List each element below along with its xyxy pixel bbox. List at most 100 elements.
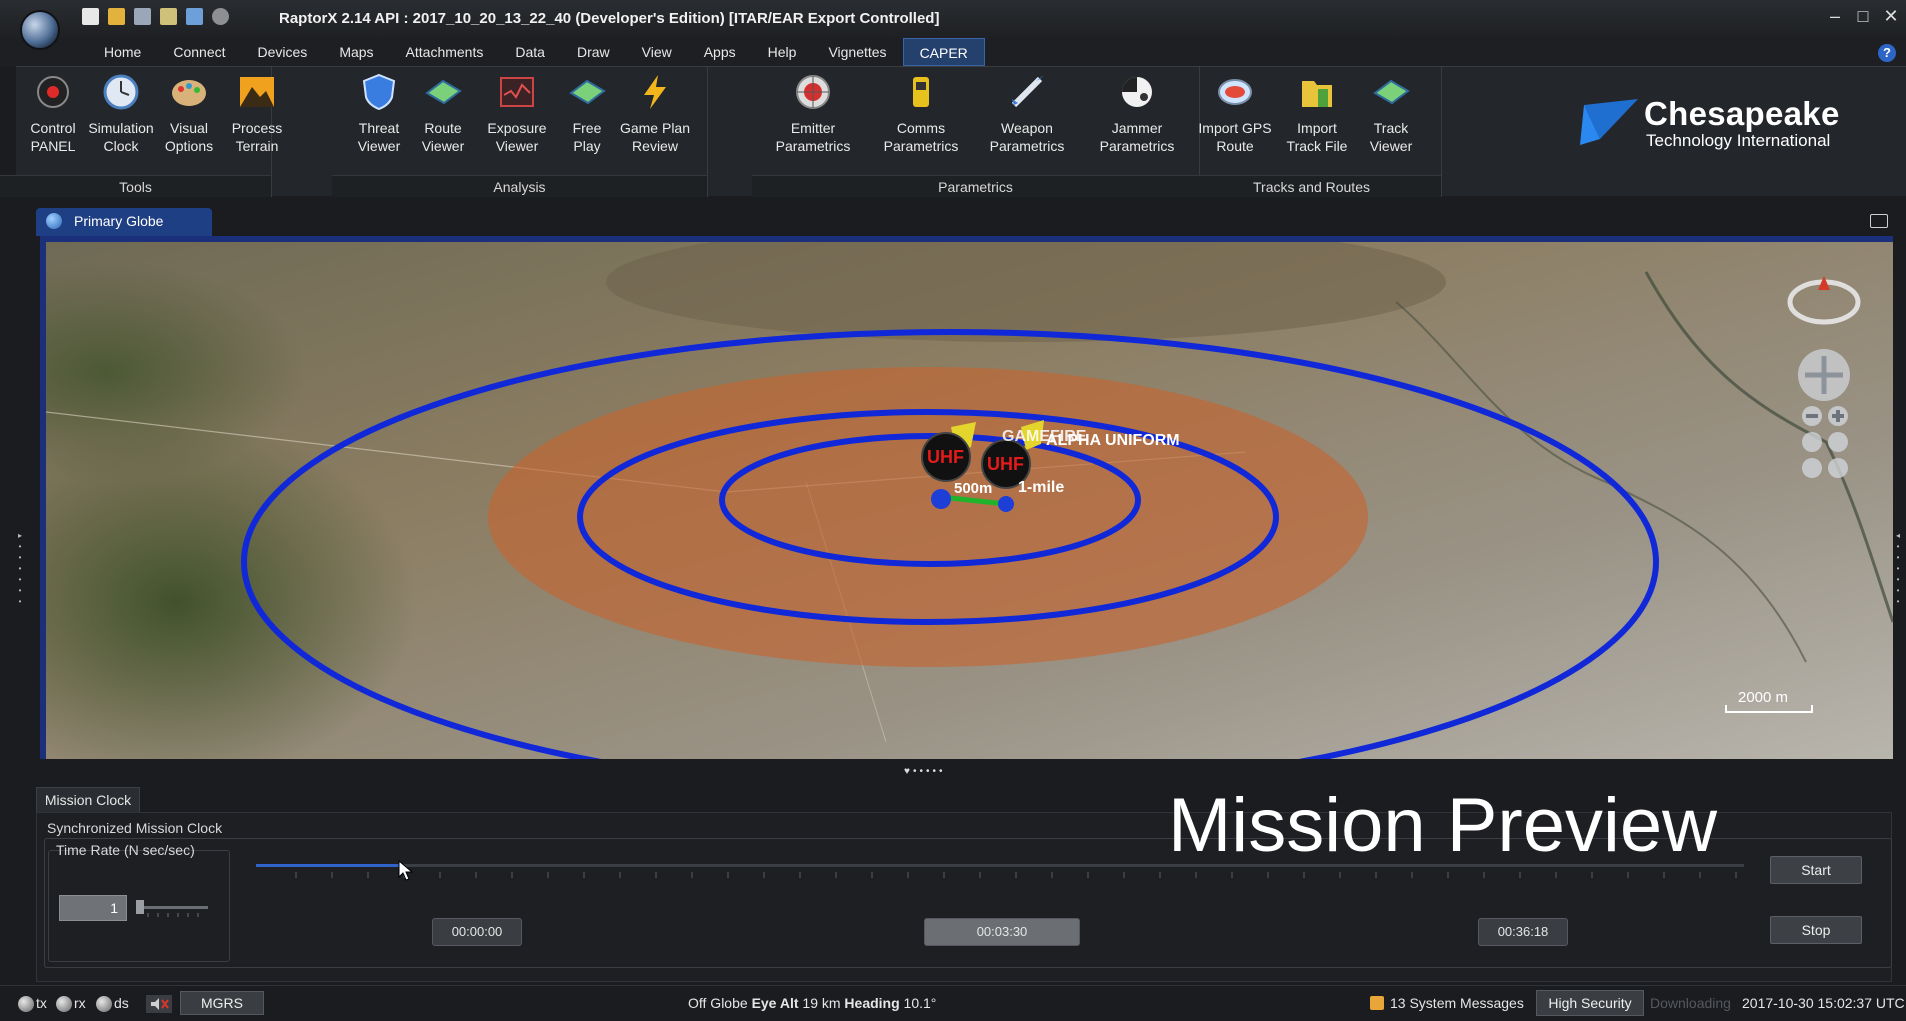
visual-options-button[interactable]: Visual Options <box>150 73 228 173</box>
ribbon-button-label: Visual Options <box>164 120 214 154</box>
ribbon-button-label: Jammer Parametrics <box>1099 120 1175 154</box>
start-button[interactable]: Start <box>1770 856 1862 884</box>
quick-access-toolbar <box>82 8 229 25</box>
left-dock-handle[interactable]: ▸ • • • • • • <box>16 530 24 607</box>
tab-primary-globe[interactable]: Primary Globe <box>36 208 212 236</box>
maximize-button[interactable]: □ <box>1854 6 1872 27</box>
track-viewer-button[interactable]: Track Viewer <box>1352 73 1430 173</box>
aircraft-icon <box>569 79 606 105</box>
coordinate-format-button[interactable]: MGRS <box>180 991 264 1015</box>
tab-mission-clock[interactable]: Mission Clock <box>36 787 140 813</box>
rotate-left-icon[interactable] <box>1802 432 1822 452</box>
logo-subtitle: Technology International <box>1646 131 1831 150</box>
menu-tab-vignettes[interactable]: Vignettes <box>812 38 902 66</box>
system-messages-link[interactable]: 13 System Messages <box>1390 995 1524 1011</box>
menu-tab-view[interactable]: View <box>626 38 688 66</box>
simulation-clock-icon <box>103 74 139 110</box>
new-file-icon[interactable] <box>82 8 99 25</box>
app-menu-orb[interactable] <box>20 10 60 50</box>
window-controls: – □ ✕ <box>1826 6 1900 27</box>
folder-icon <box>1302 81 1332 107</box>
tx-label: tx <box>36 995 47 1011</box>
rotate-right-icon[interactable] <box>1828 432 1848 452</box>
menu-tab-home[interactable]: Home <box>88 38 157 66</box>
panel-pager-dots[interactable]: ♥••••• <box>904 766 945 777</box>
alpha-uniform-label: ALPHA UNIFORM <box>1046 432 1180 449</box>
ribbon-button-label: Simulation Clock <box>88 120 154 154</box>
menu-tab-connect[interactable]: Connect <box>157 38 241 66</box>
game-plan-review-button[interactable]: Game Plan Review <box>616 73 694 173</box>
import-track-file-button[interactable]: Import Track File <box>1278 73 1356 173</box>
process-terrain-button[interactable]: Process Terrain <box>218 73 296 173</box>
map-canvas[interactable]: UHF UHF GAMEFIRE ALPHA UNIFORM 500m 1-mi… <box>46 242 1893 759</box>
menu-tab-apps[interactable]: Apps <box>688 38 752 66</box>
panel-menu-icon[interactable] <box>1870 214 1888 228</box>
settings-icon[interactable] <box>212 8 229 25</box>
ribbon-group-tools: Control PANEL Simulation Clock Visual Opti… <box>0 67 282 197</box>
ds-indicator-icon <box>96 996 112 1012</box>
ribbon-button-label: Control PANEL <box>30 120 76 154</box>
aircraft-icon <box>425 79 462 105</box>
title-bar: RaptorX 2.14 API : 2017_10_20_13_22_40 (… <box>0 0 1906 38</box>
menu-tab-caper[interactable]: CAPER <box>902 38 985 66</box>
tx-indicator-icon <box>18 996 34 1012</box>
layers-icon[interactable] <box>160 8 177 25</box>
zoom-out-icon[interactable] <box>1802 406 1822 426</box>
tab-label: Primary Globe <box>74 213 164 229</box>
right-dock-handle[interactable]: ◂ • • • • • • <box>1894 530 1902 607</box>
time-rate-input[interactable]: 1 <box>59 895 127 921</box>
weapon-parametrics-button[interactable]: Weapon Parametrics <box>988 73 1066 173</box>
tilt-up-icon[interactable] <box>1802 458 1822 478</box>
control-panel-icon <box>37 76 69 108</box>
utc-timestamp: 2017-10-30 15:02:37 UTC <box>1742 995 1905 1011</box>
emitter-parametrics-button[interactable]: Emitter Parametrics <box>774 73 852 173</box>
free-play-button[interactable]: Free Play <box>548 73 626 173</box>
logo-mark-icon <box>1580 99 1638 145</box>
menu-tab-help[interactable]: Help <box>752 38 813 66</box>
menu-tab-draw[interactable]: Draw <box>561 38 626 66</box>
mission-timeline-slider[interactable] <box>256 858 1744 884</box>
save-icon[interactable] <box>134 8 151 25</box>
stop-button[interactable]: Stop <box>1770 916 1862 944</box>
menu-tab-attachments[interactable]: Attachments <box>390 38 500 66</box>
comms-parametrics-button[interactable]: Comms Parametrics <box>882 73 960 173</box>
route-viewer-button[interactable]: Route Viewer <box>404 73 482 173</box>
ribbon-button-label: Import Track File <box>1286 120 1348 154</box>
close-button[interactable]: ✕ <box>1882 6 1900 27</box>
ribbon-group-caption: Parametrics <box>752 175 1199 197</box>
simulation-clock-button[interactable]: Simulation Clock <box>82 73 160 173</box>
open-folder-icon[interactable] <box>108 8 125 25</box>
aircraft-icon <box>1373 79 1410 105</box>
rx-indicator-icon <box>56 996 72 1012</box>
end-time-field[interactable]: 00:36:18 <box>1478 918 1568 946</box>
heading-label: Heading <box>844 995 900 1011</box>
globe-view[interactable]: UHF UHF GAMEFIRE ALPHA UNIFORM 500m 1-mi… <box>40 236 1893 759</box>
menu-tab-maps[interactable]: Maps <box>323 38 389 66</box>
ribbon-button-label: Process Terrain <box>231 120 283 154</box>
help-icon[interactable]: ? <box>1878 44 1896 62</box>
time-rate-slider[interactable] <box>136 896 208 920</box>
minimize-button[interactable]: – <box>1826 6 1844 27</box>
control-panel-button[interactable]: Control PANEL <box>14 73 92 173</box>
import-gps-route-button[interactable]: Import GPS Route <box>1196 73 1274 173</box>
zoom-in-icon[interactable] <box>1828 406 1848 426</box>
pan-control-icon[interactable] <box>1798 349 1850 401</box>
security-level-button[interactable]: High Security <box>1536 990 1644 1016</box>
globe-icon <box>46 213 62 229</box>
exposure-viewer-button[interactable]: Exposure Viewer <box>478 73 556 173</box>
start-time-field[interactable]: 00:00:00 <box>432 918 522 946</box>
speaker-muted-icon[interactable] <box>146 995 172 1013</box>
system-messages-icon[interactable] <box>1370 996 1384 1010</box>
ribbon-button-label: Free Play <box>572 120 602 154</box>
menu-tab-devices[interactable]: Devices <box>242 38 324 66</box>
print-icon[interactable] <box>186 8 203 25</box>
unit-marker[interactable] <box>998 496 1014 512</box>
menu-tab-data[interactable]: Data <box>499 38 561 66</box>
exposure-icon <box>500 77 534 107</box>
ds-label: ds <box>114 995 129 1011</box>
menu-tabs: Home Connect Devices Maps Attachments Data Dra… <box>88 38 985 66</box>
unit-marker[interactable] <box>931 489 951 509</box>
current-time-field[interactable]: 00:03:30 <box>924 918 1080 946</box>
jammer-parametrics-button[interactable]: Jammer Parametrics <box>1098 73 1176 173</box>
tilt-down-icon[interactable] <box>1828 458 1848 478</box>
